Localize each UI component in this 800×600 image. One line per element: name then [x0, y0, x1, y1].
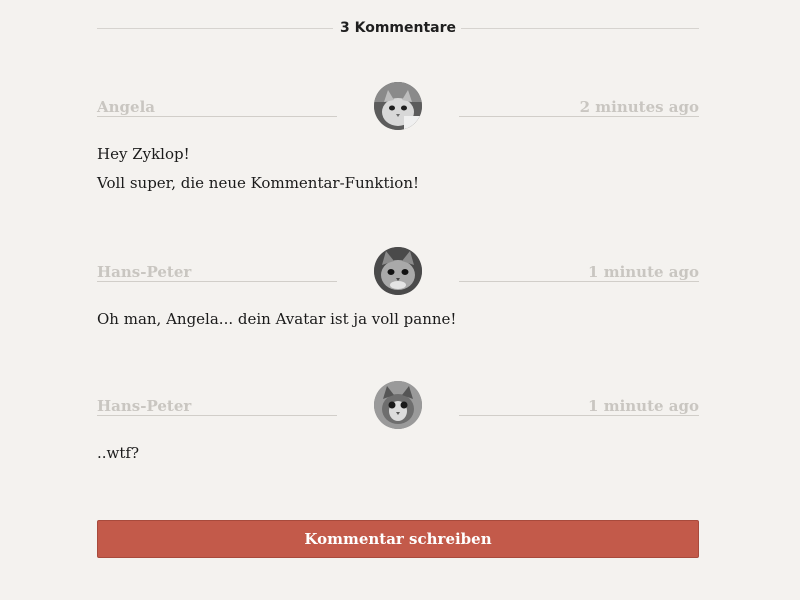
- comment-item: Angela 2 minutes ago Hey Zyklop! Voll su…: [97, 82, 699, 202]
- comment-item: Hans-Peter 1 minute ago ..wtf?: [97, 381, 699, 472]
- comment-meta: Angela 2 minutes ago: [97, 82, 699, 144]
- comments-header: 3 Kommentare: [97, 18, 699, 40]
- comment-author-link[interactable]: Angela: [97, 98, 337, 117]
- comment-paragraph: Voll super, die neue Kommentar-Funktion!: [97, 174, 420, 192]
- comment-body: ..wtf?: [97, 443, 699, 463]
- comment-paragraph: Hey Zyklop!: [97, 145, 190, 163]
- comment-author-link[interactable]: Hans-Peter: [97, 263, 337, 282]
- comment-meta: Hans-Peter 1 minute ago: [97, 247, 699, 309]
- comment-paragraph: ..wtf?: [97, 444, 139, 462]
- kitten-avatar-icon: [374, 82, 422, 130]
- kitten-avatar-icon: [374, 247, 422, 295]
- comment-meta: Hans-Peter 1 minute ago: [97, 381, 699, 443]
- comment-timestamp: 1 minute ago: [459, 397, 699, 416]
- write-comment-button[interactable]: Kommentar schreiben: [97, 520, 699, 558]
- comment-author-link[interactable]: Hans-Peter: [97, 397, 337, 416]
- comment-paragraph: Oh man, Angela... dein Avatar ist ja vol…: [97, 310, 457, 328]
- header-divider-right: [461, 28, 699, 29]
- kitten-avatar-icon: [374, 381, 422, 429]
- comment-item: Hans-Peter 1 minute ago Oh man, Angela..…: [97, 247, 699, 338]
- comment-timestamp: 2 minutes ago: [459, 98, 699, 117]
- comment-body: Oh man, Angela... dein Avatar ist ja vol…: [97, 309, 699, 329]
- comment-body: Hey Zyklop! Voll super, die neue Komment…: [97, 144, 699, 193]
- comment-timestamp: 1 minute ago: [459, 263, 699, 282]
